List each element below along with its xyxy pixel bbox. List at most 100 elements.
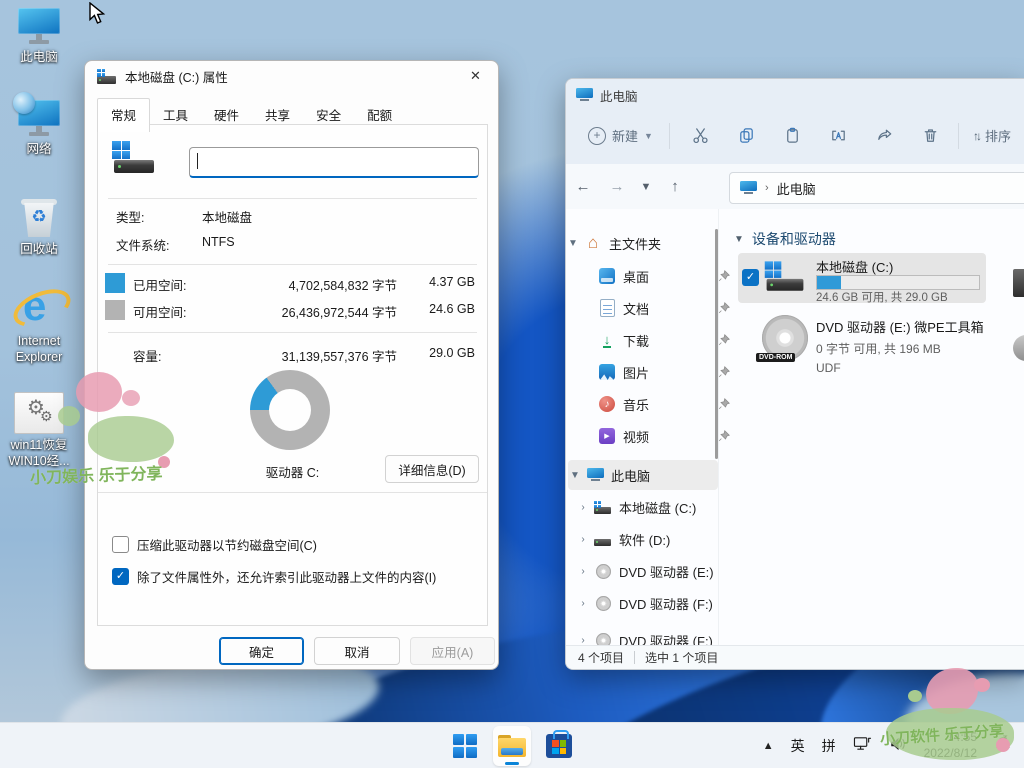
forward-button[interactable]: →: [600, 178, 634, 195]
back-button[interactable]: ←: [566, 178, 600, 195]
videos-icon: ▶: [598, 427, 616, 445]
apply-button[interactable]: 应用(A): [410, 637, 495, 665]
new-button[interactable]: + 新建 ▼: [588, 126, 653, 145]
up-button[interactable]: ↑: [658, 178, 692, 195]
clock[interactable]: 14:55 2022/8/12: [924, 730, 977, 761]
desktop-icon-label: win11恢复 WIN10经...: [8, 437, 69, 470]
chevron-down-icon[interactable]: ▼: [566, 238, 580, 249]
chevron-up-icon[interactable]: ▲: [763, 740, 774, 752]
ime-indicator-pinyin[interactable]: 拼: [822, 736, 836, 756]
sidebar-item-label: 下载: [623, 331, 649, 350]
sidebar-item-desktop[interactable]: 桌面: [566, 261, 746, 291]
sidebar-item-label: DVD 驱动器 (F:): [619, 594, 713, 613]
sidebar-item-drive-d[interactable]: › 软件 (D:): [566, 524, 728, 554]
desktop-icon-network[interactable]: 网络: [6, 100, 72, 157]
delete-button[interactable]: [908, 126, 954, 145]
cancel-button[interactable]: 取消: [314, 637, 400, 665]
pictures-icon: [598, 363, 616, 381]
paste-button[interactable]: [770, 126, 816, 145]
details-button[interactable]: 详细信息(D): [385, 455, 479, 483]
address-bar[interactable]: › 此电脑: [729, 172, 1024, 204]
ok-button[interactable]: 确定: [219, 637, 304, 665]
sidebar-item-drive-c[interactable]: › 本地磁盘 (C:): [566, 492, 728, 522]
recycle-bin-icon: ♻: [20, 198, 58, 238]
sidebar-item-videos[interactable]: ▶ 视频: [566, 421, 746, 451]
recent-locations-chevron[interactable]: ▼: [634, 181, 658, 193]
windows-logo-icon: [453, 734, 477, 758]
drive-name: 本地磁盘 (C:): [816, 257, 893, 276]
chevron-right-icon[interactable]: ›: [576, 502, 590, 513]
trash-icon: [921, 126, 940, 145]
checkbox-checked[interactable]: ✓: [112, 568, 129, 585]
desktop-icon-recycle-bin[interactable]: ♻ 回收站: [6, 198, 72, 257]
explorer-body: ▼ ⌂ 主文件夹 桌面 文档 ↓ 下载 图片: [566, 209, 1024, 646]
sidebar-item-label: DVD 驱动器 (F:): [619, 631, 713, 647]
dvd-name: DVD 驱动器 (E:) 微PE工具箱: [816, 317, 984, 336]
sidebar-item-dvd-partial[interactable]: › DVD 驱动器 (F:): [566, 625, 728, 646]
usage-donut: [250, 370, 330, 450]
compress-checkbox-row[interactable]: 压缩此驱动器以节约磁盘空间(C): [112, 535, 317, 554]
this-pc-icon: [17, 8, 61, 46]
internet-explorer-icon: e: [14, 282, 64, 330]
index-checkbox-row[interactable]: ✓ 除了文件属性外，还允许索引此驱动器上文件的内容(I): [112, 567, 436, 586]
network-icon[interactable]: [853, 735, 872, 757]
documents-icon: [598, 299, 616, 317]
this-pc-icon: [576, 88, 593, 102]
close-icon[interactable]: ✕: [453, 61, 498, 91]
divider: [718, 209, 719, 646]
microsoft-store-button[interactable]: [540, 726, 578, 766]
drive-c-tile[interactable]: ✓ 本地磁盘 (C:) 24.6 GB 可用, 共 29.0 GB: [738, 253, 986, 303]
sidebar-item-dvd-e[interactable]: › DVD 驱动器 (E:): [566, 556, 728, 586]
command-bar: + 新建 ▼: [566, 107, 1024, 164]
breadcrumb[interactable]: 此电脑: [777, 179, 816, 198]
checkbox-checked[interactable]: ✓: [742, 269, 759, 286]
language-indicator-en[interactable]: 英: [791, 736, 805, 756]
chevron-right-icon: ›: [765, 182, 769, 194]
sidebar-item-pictures[interactable]: 图片: [566, 357, 746, 387]
status-bar: 4 个项目 选中 1 个项目: [566, 645, 1024, 669]
desktop-folder-icon: [598, 267, 616, 285]
section-header-devices[interactable]: ▼ 设备和驱动器: [734, 229, 836, 249]
volume-icon[interactable]: [889, 736, 907, 757]
chevron-right-icon[interactable]: ›: [576, 534, 590, 545]
divider: [108, 198, 477, 199]
chevron-right-icon[interactable]: ›: [576, 566, 590, 577]
sidebar-item-dvd-f[interactable]: › DVD 驱动器 (F:): [566, 588, 728, 618]
divider: [108, 332, 477, 333]
chevron-right-icon[interactable]: ›: [576, 635, 590, 646]
tab-general[interactable]: 常规: [97, 98, 150, 132]
desktop-icon-internet-explorer[interactable]: e Internet Explorer: [6, 282, 72, 366]
explorer-tab[interactable]: 此电脑: [576, 83, 638, 107]
sidebar-item-home[interactable]: ▼ ⌂ 主文件夹: [566, 228, 718, 258]
sidebar-item-this-pc[interactable]: ▼ 此电脑: [568, 460, 718, 490]
checkbox-unchecked[interactable]: [112, 536, 129, 553]
sidebar-item-label: 文档: [623, 299, 649, 318]
gears-icon: ⚙⚙: [14, 392, 64, 434]
file-explorer-taskbar-button[interactable]: [493, 726, 531, 766]
cut-button[interactable]: [678, 126, 724, 145]
notification-bell-icon[interactable]: [994, 735, 1012, 758]
divider: [634, 651, 635, 664]
share-button[interactable]: [862, 126, 908, 145]
checkbox-label: 除了文件属性外，还允许索引此驱动器上文件的内容(I): [137, 567, 436, 586]
sidebar-item-label: 图片: [623, 363, 649, 382]
sidebar-item-documents[interactable]: 文档: [566, 293, 746, 323]
volume-label-input[interactable]: [189, 147, 479, 178]
copy-button[interactable]: [724, 126, 770, 145]
chevron-down-icon[interactable]: ▼: [568, 470, 582, 481]
desktop-icon-this-pc[interactable]: 此电脑: [6, 8, 72, 65]
desktop-icon-win11-restore[interactable]: ⚙⚙ win11恢复 WIN10经...: [6, 392, 72, 470]
start-button[interactable]: [446, 726, 484, 766]
navigation-bar: ← → ▼ ↑ › 此电脑: [566, 164, 1024, 209]
divider: [669, 123, 670, 149]
filesystem-row: 文件系统:NTFS: [116, 235, 475, 253]
chevron-right-icon[interactable]: ›: [576, 598, 590, 609]
sidebar-item-music[interactable]: ♪ 音乐: [566, 389, 746, 419]
drive-icon: [112, 141, 156, 175]
sort-button[interactable]: ↑↓ 排序: [973, 126, 1011, 145]
dvd-filesystem: UDF: [816, 361, 984, 375]
dialog-titlebar[interactable]: 本地磁盘 (C:) 属性 ✕: [85, 61, 498, 91]
rename-button[interactable]: [816, 126, 862, 145]
sidebar-item-downloads[interactable]: ↓ 下载: [566, 325, 746, 355]
music-icon: ♪: [598, 395, 616, 413]
